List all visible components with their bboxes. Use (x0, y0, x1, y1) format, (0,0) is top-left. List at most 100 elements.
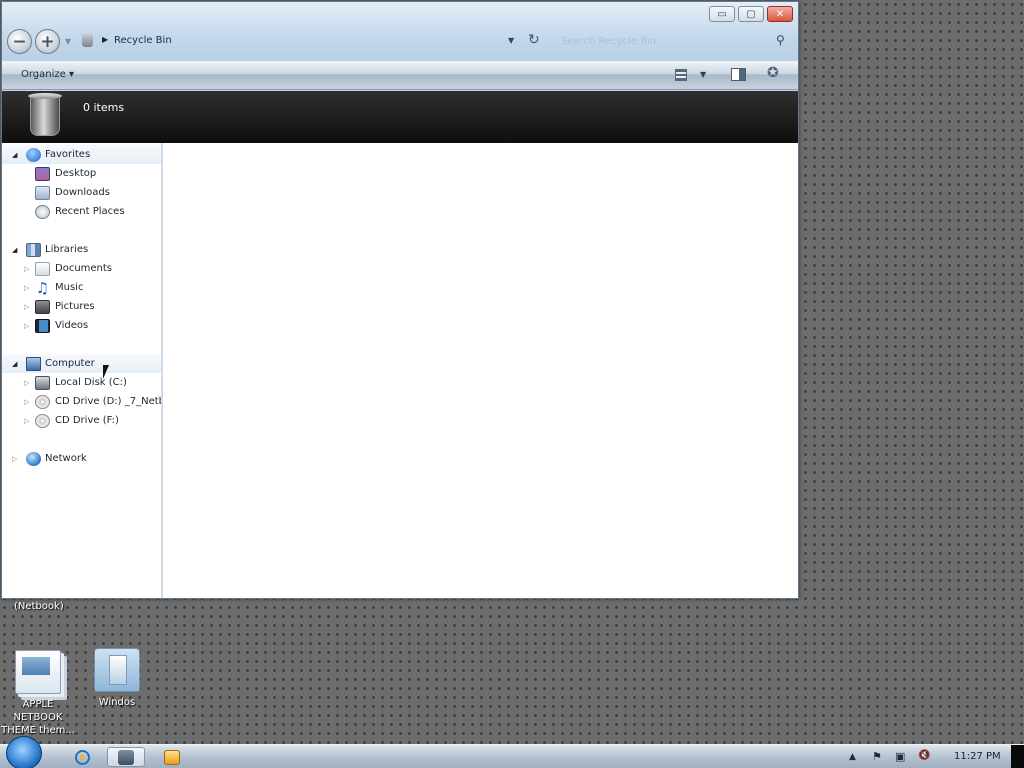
folder-icon (94, 648, 140, 692)
nav-label-cd-drive-d: CD Drive (D:) _7_Netbook (55, 396, 161, 407)
recent-pages-dropdown[interactable]: ▼ (65, 37, 71, 46)
nav-label-desktop: Desktop (55, 168, 97, 179)
taskbar-clock[interactable]: 11:27 PM (954, 751, 1001, 762)
expander-open-icon[interactable]: ◢ (12, 151, 17, 159)
expander-closed-icon[interactable]: ▷ (24, 379, 29, 387)
forward-button[interactable]: + (35, 29, 60, 54)
expander-closed-icon[interactable]: ▷ (24, 265, 29, 273)
nav-libraries[interactable]: ◢ Libraries (2, 240, 161, 259)
title-bar[interactable]: ▭ ▢ ✕ − + ▼ ▶ Recycle Bin ▼ ↻ ⚲ (2, 2, 798, 61)
navigation-pane: ◢ Favorites Desktop Downloads Recent Pla… (2, 143, 162, 598)
help-icon[interactable]: ✪ (767, 65, 779, 81)
action-center-flag-icon[interactable]: ⚑ (872, 750, 882, 763)
desktop-icon (35, 166, 50, 181)
nav-label-local-disk: Local Disk (C:) (55, 377, 127, 388)
network-icon (26, 451, 41, 466)
taskbar-media-player[interactable] (153, 747, 191, 767)
expander-closed-icon[interactable]: ▷ (12, 455, 17, 463)
organize-menu[interactable]: Organize ▾ (21, 69, 74, 80)
change-view-icon[interactable] (675, 69, 687, 81)
media-player-icon (164, 749, 180, 765)
desktop-icon-label: APPLE NETBOOK THEME them... (1, 699, 75, 736)
items-count: 0 items (83, 101, 125, 114)
nav-network[interactable]: ▷ Network (2, 449, 161, 468)
command-bar: Organize ▾ ▼ ✪ (2, 61, 798, 90)
nav-label-downloads: Downloads (55, 187, 110, 198)
taskbar-internet-explorer[interactable]: e (63, 747, 101, 767)
expander-closed-icon[interactable]: ▷ (24, 322, 29, 330)
breadcrumb-recycle-bin[interactable]: Recycle Bin (114, 35, 172, 46)
nav-label-recent-places: Recent Places (55, 206, 125, 217)
internet-explorer-icon: e (74, 749, 90, 765)
nav-label-videos: Videos (55, 320, 89, 331)
expander-open-icon[interactable]: ◢ (12, 246, 17, 254)
explorer-icon (118, 749, 134, 765)
nav-pictures[interactable]: ▷ Pictures (2, 297, 161, 316)
start-button[interactable] (6, 736, 42, 768)
cd-drive-icon (35, 394, 50, 409)
favorites-icon (26, 147, 41, 162)
taskbar-windows-explorer[interactable] (107, 747, 145, 767)
search-input[interactable] (554, 30, 794, 52)
pictures-icon (35, 299, 50, 314)
nav-label-cd-drive-f: CD Drive (F:) (55, 415, 119, 426)
desktop-icon-apple-netbook-theme[interactable]: APPLE NETBOOK THEME them... (0, 650, 78, 737)
nav-local-disk[interactable]: ▷ Local Disk (C:) (2, 373, 161, 392)
documents-icon (35, 261, 50, 276)
expander-closed-icon[interactable]: ▷ (24, 417, 29, 425)
nav-label-computer: Computer (45, 358, 95, 369)
nav-label-documents: Documents (55, 263, 113, 274)
show-hidden-icons-icon[interactable]: ▲ (849, 752, 856, 762)
expander-closed-icon[interactable]: ▷ (24, 303, 29, 311)
nav-documents[interactable]: ▷ Documents (2, 259, 161, 278)
nav-label-music: Music (55, 282, 84, 293)
nav-recent-places[interactable]: Recent Places (2, 202, 161, 221)
maximize-button[interactable]: ▢ (738, 6, 764, 22)
nav-videos[interactable]: ▷ Videos (2, 316, 161, 335)
expander-closed-icon[interactable]: ▷ (24, 398, 29, 406)
mouse-pointer-icon (103, 365, 109, 379)
taskbar: e ▲ ⚑ ▣ 🔇 11:27 PM (0, 736, 1024, 768)
preview-pane-icon[interactable] (731, 68, 746, 81)
nav-cd-drive-d[interactable]: ▷ CD Drive (D:) _7_Netbook (2, 392, 161, 411)
nav-label-favorites: Favorites (45, 149, 91, 160)
explorer-window: ▭ ▢ ✕ − + ▼ ▶ Recycle Bin ▼ ↻ ⚲ Organize… (1, 1, 799, 599)
nav-desktop[interactable]: Desktop (2, 164, 161, 183)
show-desktop-button[interactable] (1011, 745, 1024, 768)
nav-music[interactable]: ▷ ♫ Music (2, 278, 161, 297)
refresh-icon[interactable]: ↻ (528, 32, 540, 48)
minimize-button[interactable]: ▭ (709, 6, 735, 22)
expander-closed-icon[interactable]: ▷ (24, 284, 29, 292)
address-dropdown[interactable]: ▼ (508, 36, 514, 45)
document-icon (15, 650, 61, 694)
search-icon[interactable]: ⚲ (776, 33, 785, 47)
videos-icon (35, 318, 50, 333)
expander-open-icon[interactable]: ◢ (12, 360, 17, 368)
nav-cd-drive-f[interactable]: ▷ CD Drive (F:) (2, 411, 161, 430)
file-list-area[interactable] (163, 143, 798, 598)
desktop-icon-windos[interactable]: Windos (77, 648, 157, 709)
downloads-icon (35, 185, 50, 200)
search-box[interactable] (554, 30, 794, 52)
recycle-bin-icon (28, 93, 62, 136)
nav-computer[interactable]: ◢ Computer (2, 354, 161, 373)
nav-label-libraries: Libraries (45, 244, 89, 255)
details-banner: 0 items (2, 91, 798, 143)
nav-label-pictures: Pictures (55, 301, 95, 312)
computer-icon (26, 356, 41, 371)
nav-favorites[interactable]: ◢ Favorites (2, 145, 161, 164)
desktop-icon-label: Windos (98, 697, 136, 708)
nav-downloads[interactable]: Downloads (2, 183, 161, 202)
music-icon: ♫ (35, 278, 50, 297)
libraries-icon (26, 242, 41, 257)
local-disk-icon (35, 375, 50, 390)
cd-drive-icon (35, 413, 50, 428)
desktop-netbook-label: (Netbook) (14, 601, 64, 612)
recycle-bin-small-icon (82, 34, 93, 47)
close-button[interactable]: ✕ (767, 6, 793, 22)
volume-muted-icon[interactable]: 🔇 (918, 750, 930, 761)
breadcrumb-separator[interactable]: ▶ (102, 35, 108, 44)
view-options-dropdown[interactable]: ▼ (700, 70, 706, 79)
back-button[interactable]: − (7, 29, 32, 54)
network-status-icon[interactable]: ▣ (895, 750, 905, 763)
